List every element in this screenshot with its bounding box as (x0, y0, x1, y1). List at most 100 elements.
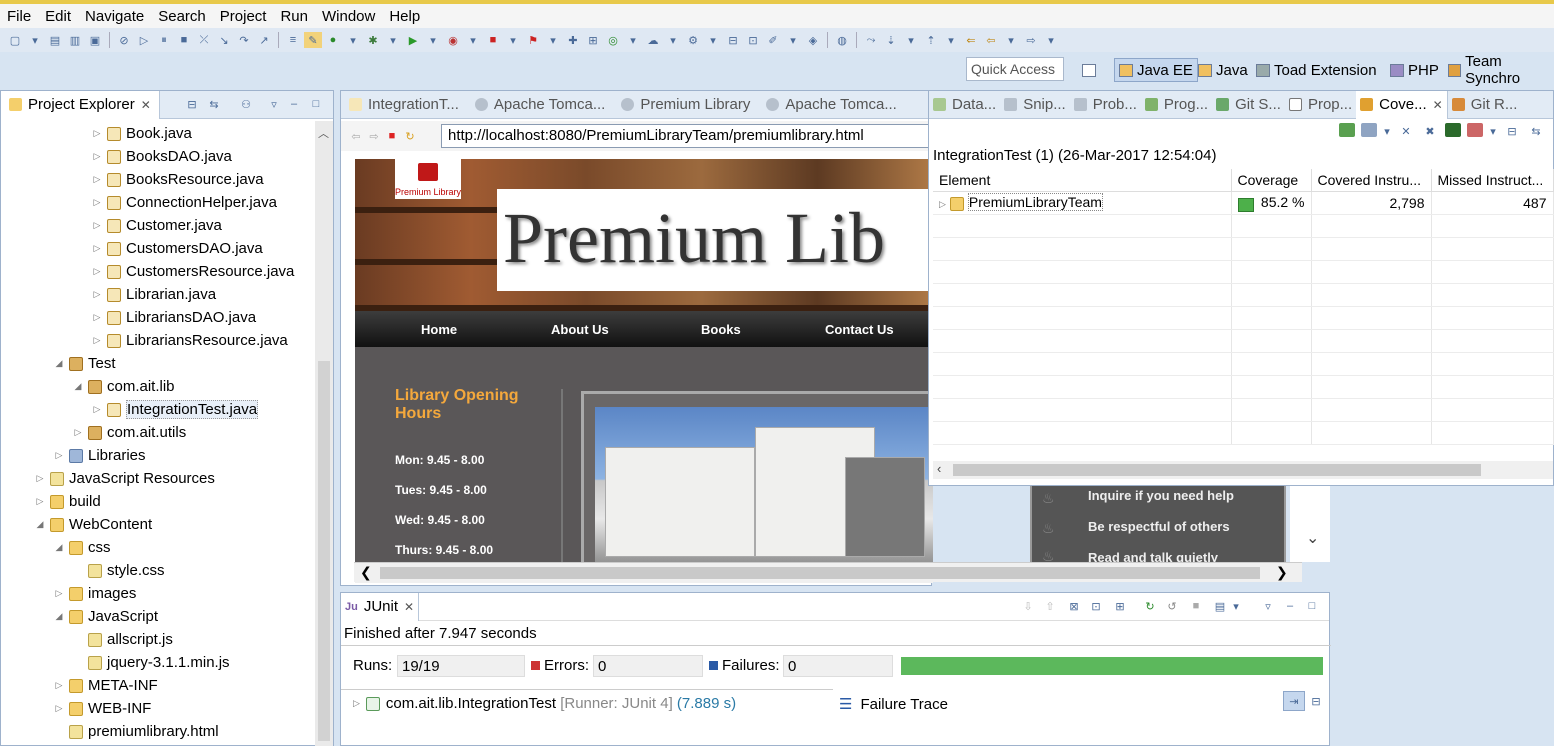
new-icon[interactable]: ▢ (6, 32, 24, 48)
tree-item[interactable]: ▷ BooksResource.java (91, 168, 264, 191)
tab-project-explorer[interactable]: Project Explorer ✕ (1, 90, 160, 119)
menu-run[interactable]: Run (273, 8, 315, 25)
scrollbar-thumb[interactable] (318, 361, 330, 741)
next-failure-icon[interactable]: ⇩ (1019, 598, 1037, 614)
tree-item[interactable]: ◢ WebContent (34, 513, 153, 536)
minimize-icon[interactable]: ‒ (1281, 598, 1299, 614)
tab-snippets[interactable]: Snip... (1000, 91, 1070, 119)
select-session-icon[interactable] (1467, 123, 1483, 137)
site-logo[interactable]: Premium Library (395, 159, 461, 199)
nav-about-us[interactable]: About Us (551, 322, 609, 337)
nav-home[interactable]: Home (421, 322, 457, 337)
close-icon[interactable]: ✕ (1433, 98, 1443, 112)
tree-item[interactable]: ▷ LibrariansDAO.java (91, 306, 257, 329)
link-with-selection-icon[interactable]: ⇆ (1527, 123, 1545, 139)
dropdown-icon[interactable]: ▾ (624, 32, 642, 48)
rerun-icon[interactable]: ↻ (1141, 598, 1159, 614)
show-failures-only-icon[interactable]: ⊠ (1065, 598, 1083, 614)
compare-results-icon[interactable]: ⊟ (1307, 693, 1325, 709)
remove-all-icon[interactable]: ✖ (1421, 123, 1439, 139)
test-result-row[interactable]: ▷ com.ait.lib.IntegrationTest [Runner: J… (353, 695, 736, 712)
annotation-icon[interactable]: ⤳ (862, 32, 880, 48)
tree-item[interactable]: ▷ Librarian.java (91, 283, 217, 306)
save-all-icon[interactable]: ▥ (66, 32, 84, 48)
open-folder-icon[interactable]: ⊟ (724, 32, 742, 48)
maximize-icon[interactable]: □ (307, 96, 325, 112)
stop-server-icon[interactable]: ■ (484, 32, 502, 48)
expand-icon[interactable]: ▷ (91, 404, 103, 415)
expand-icon[interactable]: ▷ (34, 473, 46, 484)
step-into-icon[interactable]: ↘ (215, 32, 233, 48)
external-tools-icon[interactable]: ⚑ (524, 32, 542, 48)
expand-icon[interactable]: ▷ (53, 703, 65, 714)
dropdown-icon[interactable]: ▾ (1489, 123, 1497, 139)
back-arrow-icon[interactable]: ⇦ (347, 128, 365, 144)
tree-item[interactable]: ◢ com.ait.lib (72, 375, 175, 398)
editor-tab[interactable]: Premium Library (613, 91, 758, 119)
tree-item[interactable]: ▷ JavaScript Resources (34, 467, 215, 490)
new-class-icon[interactable]: ✚ (564, 32, 582, 48)
step-over-icon[interactable]: ↷ (235, 32, 253, 48)
toggle-block-icon[interactable]: ≡ (284, 32, 302, 48)
tab-problems[interactable]: Prob... (1070, 91, 1141, 119)
open-task-icon[interactable]: ◈ (804, 32, 822, 48)
menu-help[interactable]: Help (382, 8, 427, 25)
stop-icon[interactable]: ■ (383, 128, 401, 144)
tree-item[interactable]: ▷ META-INF (53, 674, 158, 697)
vertical-scrollbar[interactable]: ︿ (315, 121, 333, 746)
tree-item[interactable]: ▷ IntegrationTest.java (91, 398, 259, 421)
minimize-icon[interactable]: ‒ (285, 96, 303, 112)
new-project-icon[interactable]: ☁ (644, 32, 662, 48)
column-header-missed[interactable]: Missed Instruct... (1431, 169, 1554, 192)
scrollbar-thumb[interactable] (380, 567, 1260, 579)
dropdown-icon[interactable]: ▾ (424, 32, 442, 48)
last-edit-icon[interactable]: ⇐ (962, 32, 980, 48)
dropdown-icon[interactable]: ▾ (902, 32, 920, 48)
tree-item[interactable]: ▷ CustomersResource.java (91, 260, 295, 283)
dropdown-icon[interactable]: ▾ (1231, 598, 1241, 614)
mark-occurrences-icon[interactable]: ✎ (304, 32, 322, 48)
dropdown-icon[interactable]: ▾ (1042, 32, 1060, 48)
rerun-failed-icon[interactable]: ↺ (1163, 598, 1181, 614)
collapse-icon[interactable]: ◢ (72, 381, 84, 392)
scrollbar-thumb[interactable] (953, 464, 1481, 476)
tree-item[interactable]: style.css (72, 559, 165, 582)
tab-git-repositories[interactable]: Git R... (1448, 91, 1522, 119)
step-return-icon[interactable]: ↗ (255, 32, 273, 48)
collapse-all-icon[interactable]: ⊟ (1503, 123, 1521, 139)
table-row[interactable]: ▷ PremiumLibraryTeam 85.2 % 2,798 487 (933, 191, 1554, 215)
expand-icon[interactable]: ▷ (91, 289, 103, 300)
menu-file[interactable]: File (0, 8, 38, 25)
horizontal-scrollbar[interactable]: ‹ (933, 461, 1553, 479)
forward-arrow-icon[interactable]: ⇨ (365, 128, 383, 144)
dropdown-icon[interactable]: ▾ (1383, 123, 1391, 139)
dropdown-icon[interactable]: ▾ (664, 32, 682, 48)
expand-icon[interactable]: ▷ (72, 427, 84, 438)
dropdown-icon[interactable]: ▾ (1002, 32, 1020, 48)
dropdown-icon[interactable]: ▾ (26, 32, 44, 48)
new-package-icon[interactable]: ⊞ (584, 32, 602, 48)
tree-item[interactable]: ▷ Libraries (53, 444, 146, 467)
merge-sessions-icon[interactable] (1445, 123, 1461, 137)
quick-access-input[interactable]: Quick Access (966, 57, 1064, 81)
debug-icon[interactable]: ✱ (364, 32, 382, 48)
nav-books[interactable]: Books (701, 322, 741, 337)
new-java-icon[interactable]: ◎ (604, 32, 622, 48)
url-field[interactable]: http://localhost:8080/PremiumLibraryTeam… (441, 124, 931, 148)
scroll-left-icon[interactable]: ‹ (937, 461, 941, 476)
view-menu-icon[interactable]: ▿ (265, 96, 283, 112)
disconnect-icon[interactable]: ⤫ (195, 32, 213, 48)
next-annotation-icon[interactable]: ⇣ (882, 32, 900, 48)
open-perspective-button[interactable] (1082, 58, 1096, 82)
tree-item[interactable]: ◢ css (53, 536, 111, 559)
tree-item[interactable]: ▷ BooksDAO.java (91, 145, 232, 168)
coverage-run-icon[interactable]: ◉ (444, 32, 462, 48)
tab-progress[interactable]: Prog... (1141, 91, 1212, 119)
column-header-coverage[interactable]: Coverage (1231, 169, 1312, 192)
dropdown-icon[interactable]: ▾ (942, 32, 960, 48)
run-icon[interactable]: ▶ (404, 32, 422, 48)
globe-icon[interactable]: ◍ (833, 32, 851, 48)
editor-tab[interactable]: IntegrationT... (341, 91, 467, 119)
expand-icon[interactable]: ▷ (91, 266, 103, 277)
expand-icon[interactable]: ▷ (53, 450, 65, 461)
